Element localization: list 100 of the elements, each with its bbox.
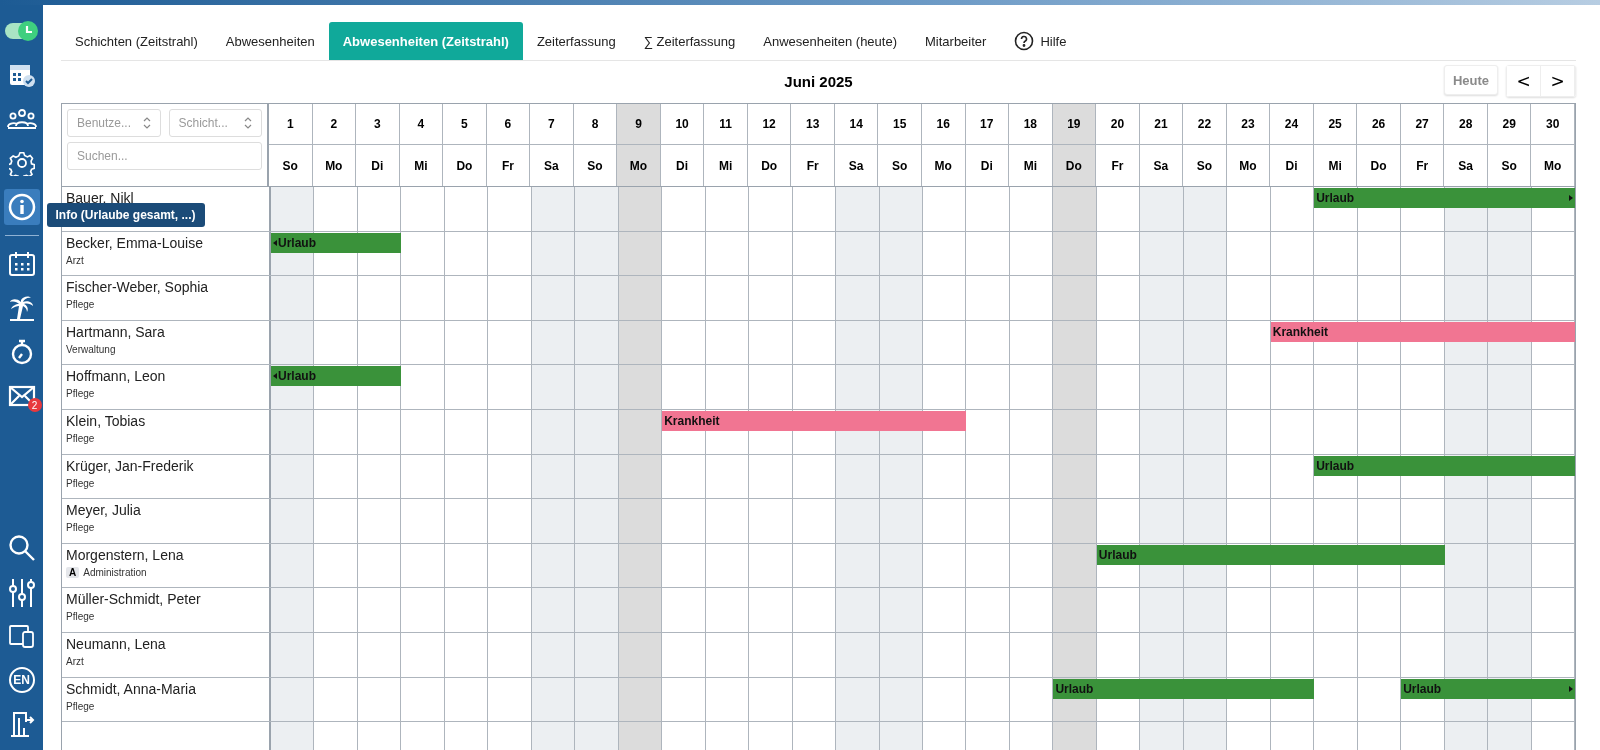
employee-name: Hoffmann, Leon: [66, 368, 166, 385]
clock-toggle-icon: [3, 20, 40, 42]
updown-icon: [244, 117, 252, 129]
search-field[interactable]: Suchen...: [67, 142, 262, 170]
right-arrow-icon: [1569, 685, 1573, 692]
sickness-bar[interactable]: Krankheit: [1270, 321, 1575, 342]
date-cell: 29: [1487, 104, 1532, 145]
date-cell: 22: [1183, 104, 1227, 145]
weekday-cell: Mi: [399, 145, 444, 186]
weekday-cell: Do: [1357, 145, 1401, 186]
date-cell: 15: [878, 104, 922, 145]
weekday-cell: Di: [965, 145, 1010, 186]
employee-role: Arzt: [66, 254, 84, 266]
info-icon: [7, 193, 36, 221]
weekday-cell: So: [269, 145, 313, 186]
vacation-bar[interactable]: Urlaub: [1053, 678, 1315, 699]
date-cell: 2: [312, 104, 357, 145]
date-cell: 21: [1139, 104, 1184, 145]
weekday-cell: Fr: [1096, 145, 1140, 186]
date-cell: 11: [704, 104, 748, 145]
tab[interactable]: Schichten (Zeitstrahl): [61, 22, 212, 60]
calendar-icon: [7, 251, 36, 277]
weekday-cell: Fr: [1400, 145, 1445, 186]
employee-role: Pflege: [66, 432, 95, 444]
tab[interactable]: Zeiterfassung: [522, 22, 630, 60]
weekday-cell: Mo: [617, 145, 661, 186]
tab[interactable]: Mitarbeiter: [911, 22, 1001, 60]
date-cell: 30: [1531, 104, 1575, 145]
employee-role: Pflege: [66, 700, 95, 712]
date-cell: 24: [1270, 104, 1314, 145]
date-cell: 9: [617, 104, 661, 145]
employee-name: Schmidt, Anna-Maria: [66, 680, 196, 697]
date-cell: 10: [660, 104, 705, 145]
weekday-cell: Sa: [1444, 145, 1488, 186]
employee-role: Pflege: [66, 388, 95, 400]
month-title: Juni 2025: [784, 72, 853, 90]
palm-tree-icon: [7, 294, 36, 322]
employee-name: Fischer-Weber, Sophia: [66, 279, 209, 296]
sickness-bar[interactable]: Krankheit: [662, 410, 967, 431]
date-cell: 23: [1226, 104, 1271, 145]
weekday-cell: Mo: [1531, 145, 1575, 186]
updown-icon: [142, 117, 151, 129]
weekday-cell: So: [878, 145, 922, 186]
weekday-cell: Mi: [1313, 145, 1358, 186]
date-cell: 18: [1009, 104, 1053, 145]
employee-name: Müller-Schmidt, Peter: [66, 591, 201, 608]
next-button[interactable]: >: [1541, 66, 1575, 96]
vacation-bar[interactable]: Urlaub: [1096, 544, 1445, 565]
previous-button[interactable]: <: [1507, 66, 1541, 96]
weekday-cell: So: [1487, 145, 1532, 186]
vacation-bar[interactable]: Urlaub: [271, 366, 402, 387]
tab[interactable]: ∑ Zeiterfassung: [629, 22, 750, 60]
date-cell: 5: [443, 104, 487, 145]
date-cell: 4: [399, 104, 444, 145]
sidebar-item[interactable]: [3, 189, 40, 225]
vacation-bar[interactable]: Urlaub: [271, 232, 402, 253]
mail-icon: [7, 385, 36, 407]
employee-role: Pflege: [66, 477, 95, 489]
weekday-cell: Di: [356, 145, 400, 186]
date-cell: 6: [486, 104, 531, 145]
weekday-cell: Mi: [1009, 145, 1053, 186]
date-cell: 26: [1357, 104, 1401, 145]
weekday-cell: Do: [1052, 145, 1097, 186]
weekday-cell: Mo: [312, 145, 357, 186]
date-cell: 13: [791, 104, 835, 145]
weekday-cell: Fr: [791, 145, 835, 186]
date-cell: 28: [1444, 104, 1488, 145]
weekday-cell: Sa: [834, 145, 879, 186]
date-cell: 14: [834, 104, 879, 145]
vacation-bar[interactable]: Urlaub: [1401, 678, 1575, 699]
date-cell: 25: [1313, 104, 1358, 145]
people-icon: [6, 108, 37, 130]
tab[interactable]: Abwesenheiten: [211, 22, 329, 60]
weekday-cell: Mo: [922, 145, 966, 186]
date-cell: 19: [1052, 104, 1097, 145]
weekday-cell: Do: [747, 145, 792, 186]
vacation-bar[interactable]: Urlaub: [1314, 455, 1575, 476]
unread-badge: 2: [27, 398, 42, 412]
tab[interactable]: Hilfe: [1000, 22, 1081, 60]
employee-name: Klein, Tobias: [66, 412, 146, 429]
weekday-cell: Mi: [704, 145, 748, 186]
employee-role: Arzt: [66, 655, 84, 667]
employee-name: Meyer, Julia: [66, 502, 141, 519]
date-cell: 1: [269, 104, 313, 145]
weekday-cell: Fr: [486, 145, 531, 186]
tab[interactable]: Anwesenheiten (heute): [749, 22, 911, 60]
employee-name: Neumann, Lena: [66, 635, 166, 652]
sliders-icon: [7, 577, 36, 607]
date-cell: 12: [747, 104, 792, 145]
search-icon: [7, 534, 36, 562]
calendar-check-icon: [7, 62, 36, 88]
date-cell: 17: [965, 104, 1010, 145]
date-cell: 20: [1096, 104, 1140, 145]
weekday-cell: Di: [1270, 145, 1314, 186]
employee-name: Bauer, Nikl: [66, 190, 134, 206]
tooltip: Info (Urlaube gesamt, ...): [46, 203, 205, 227]
employee-name: Hartmann, Sara: [66, 323, 165, 340]
date-cell: 3: [356, 104, 400, 145]
vacation-bar[interactable]: Urlaub: [1314, 188, 1575, 208]
weekday-cell: Sa: [530, 145, 574, 186]
